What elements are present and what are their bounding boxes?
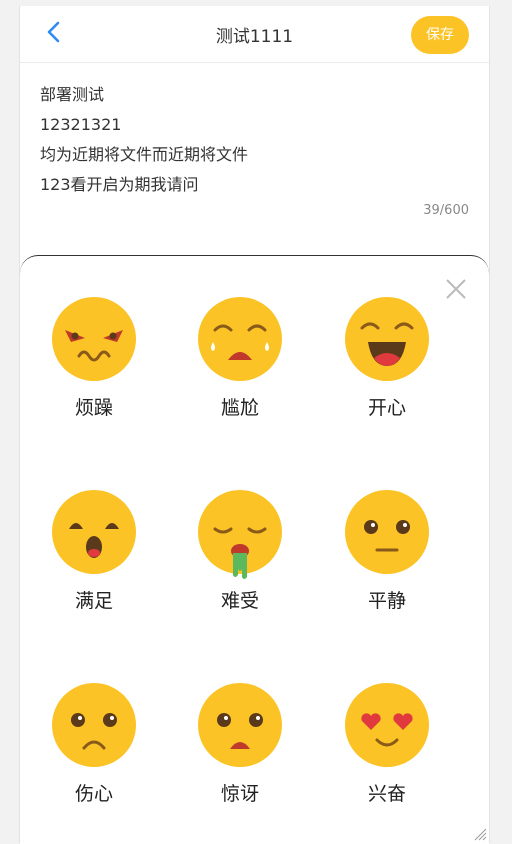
emotion-option[interactable]: 尴尬 [180, 296, 300, 436]
sad-face-icon [52, 683, 136, 767]
note-line: 部署测试 [40, 85, 105, 104]
emotion-label: 烦躁 [74, 397, 113, 419]
emotion-option[interactable]: 烦躁 [34, 296, 154, 436]
top-bar: 测试1111 保存 [20, 6, 489, 63]
happy-face-icon [345, 297, 429, 381]
app-frame: 测试1111 保存 部署测试 12321321 均为近期将文件而近期将文件 12… [19, 6, 490, 844]
note-line: 均为近期将文件而近期将文件 [40, 145, 249, 164]
save-button[interactable]: 保存 [411, 16, 469, 54]
embarrassed-face-icon [198, 297, 282, 381]
excited-face-icon [345, 683, 429, 767]
resize-handle-icon[interactable] [473, 827, 487, 841]
emotion-option[interactable]: 惊讶 [180, 682, 300, 822]
note-line: 123看开启为期我请问 [40, 175, 199, 194]
note-line: 12321321 [40, 115, 122, 134]
emotion-label: 满足 [74, 590, 113, 612]
calm-face-icon [345, 490, 429, 574]
close-icon[interactable] [445, 278, 467, 300]
sick-face-icon [198, 490, 282, 579]
emotion-option[interactable]: 满足 [34, 489, 154, 629]
emotion-option[interactable]: 伤心 [34, 682, 154, 822]
emotion-label: 难受 [220, 590, 259, 612]
satisfied-face-icon [52, 490, 136, 574]
emotion-option[interactable]: 兴奋 [327, 682, 447, 822]
emotion-option[interactable]: 难受 [180, 489, 300, 629]
emotion-option[interactable]: 开心 [327, 296, 447, 436]
emotion-label: 开心 [367, 397, 406, 419]
surprised-face-icon [198, 683, 282, 767]
emotion-picker-sheet: 烦躁 尴尬 开心 满足 难受 平静 伤心 惊讶 兴奋 [20, 255, 489, 844]
emotion-label: 尴尬 [220, 397, 259, 419]
emotion-label: 惊讶 [220, 783, 259, 805]
emotion-option[interactable]: 平静 [327, 489, 447, 629]
note-content[interactable]: 部署测试 12321321 均为近期将文件而近期将文件 123看开启为期我请问 [40, 80, 248, 200]
irritated-face-icon [52, 297, 136, 381]
char-count: 39/600 [423, 203, 469, 218]
emotion-label: 平静 [367, 590, 406, 612]
emotion-label: 兴奋 [367, 783, 406, 805]
emotion-label: 伤心 [74, 783, 113, 805]
